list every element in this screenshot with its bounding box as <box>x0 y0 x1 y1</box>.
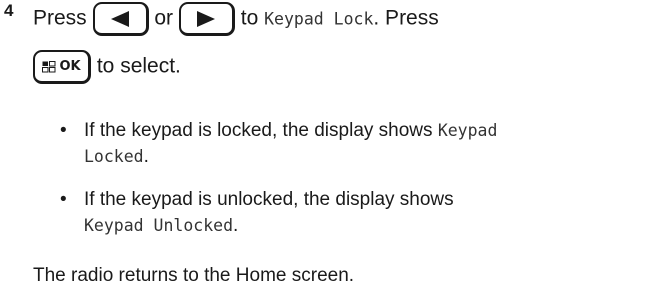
instruction-line-2: OK to select. <box>33 50 181 84</box>
result-text: The radio returns to the Home screen. <box>33 265 355 286</box>
ok-label: OK <box>59 58 81 74</box>
bullet-1-line-1: If the keypad is locked, the display sho… <box>84 118 497 144</box>
left-arrow-key <box>92 2 149 36</box>
step-number: 4 <box>4 1 14 20</box>
ok-key: OK <box>33 50 91 84</box>
bullet-2-text: If the keypad is unlocked, the display s… <box>84 189 454 210</box>
left-arrow-icon <box>111 10 130 27</box>
bullet-dot: • <box>60 189 67 210</box>
bullet-2-suffix: . <box>233 215 239 236</box>
bullet-2-display: Keypad Unlocked <box>84 216 234 235</box>
or-text: or <box>154 6 174 30</box>
bullet-dot: • <box>60 120 67 141</box>
right-arrow-key <box>178 2 235 36</box>
bullet-2-line-2: Keypad Unlocked. <box>84 213 238 239</box>
bullet-1-suffix: . <box>143 146 149 167</box>
menu-item-name: Keypad Lock <box>264 9 374 29</box>
to-select-text: to select. <box>96 54 181 78</box>
bullet-2-line-1: If the keypad is unlocked, the display s… <box>84 187 454 213</box>
bullet-1-display-line2: Locked <box>84 147 144 166</box>
bullet-1-display-line1: Keypad <box>437 121 498 140</box>
period-press-text: . Press <box>373 6 439 30</box>
press-text: Press <box>33 6 87 30</box>
instruction-line-1: Press or to Keypad Lock. Press <box>33 2 439 36</box>
right-arrow-icon <box>197 10 216 27</box>
bullet-1-text: If the keypad is locked, the display sho… <box>84 120 433 141</box>
bullet-1-line-2: Locked. <box>84 144 149 170</box>
menu-grid-icon <box>42 60 56 72</box>
to-text: to <box>240 6 259 30</box>
